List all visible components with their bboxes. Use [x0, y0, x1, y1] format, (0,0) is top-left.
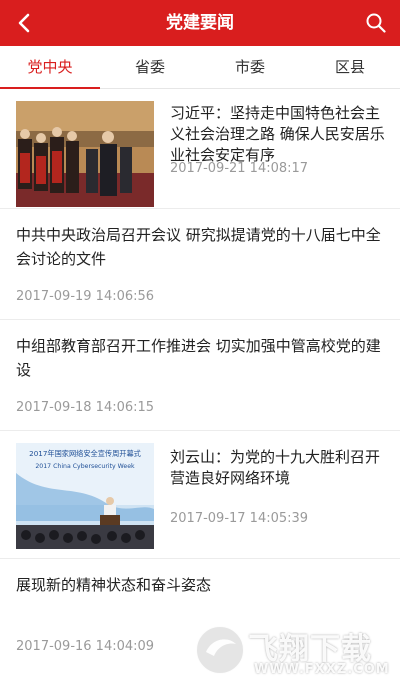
news-list: 习近平：坚持走中国特色社会主义社会治理之路 确保人民安居乐业社会安定有序 201… — [0, 89, 400, 670]
news-item[interactable]: 习近平：坚持走中国特色社会主义社会治理之路 确保人民安居乐业社会安定有序 201… — [0, 89, 400, 209]
news-time: 2017-09-21 14:08:17 — [170, 161, 309, 176]
news-item[interactable]: 中组部教育部召开工作推进会 切实加强中管高校党的建设 2017-09-18 14… — [0, 320, 400, 431]
watermark-url: WWW.FXXZ.COM — [254, 662, 390, 677]
news-title: 中组部教育部召开工作推进会 切实加强中管高校党的建设 — [16, 337, 381, 379]
tab-provincial[interactable]: 省委 — [100, 46, 200, 88]
svg-text:2017 China Cybersecurity Week: 2017 China Cybersecurity Week — [35, 463, 135, 470]
news-item[interactable]: 中共中央政治局召开会议 研究拟提请党的十八届七中全会讨论的文件 2017-09-… — [0, 209, 400, 320]
chevron-left-icon — [18, 13, 30, 33]
watermark: 飞翔下载 WWW.FXXZ.COM — [192, 620, 397, 682]
news-title: 中共中央政治局召开会议 研究拟提请党的十八届七中全会讨论的文件 — [16, 226, 381, 268]
news-thumbnail: 2017年国家网络安全宣传周开幕式 2017 China Cybersecuri… — [16, 443, 154, 549]
news-title: 展现新的精神状态和奋斗姿态 — [16, 576, 212, 594]
search-button[interactable] — [362, 9, 390, 37]
news-title: 习近平：坚持走中国特色社会主义社会治理之路 确保人民安居乐业社会安定有序 — [170, 104, 385, 164]
svg-text:2017年国家网络安全宣传周开幕式: 2017年国家网络安全宣传周开幕式 — [29, 449, 141, 458]
search-icon — [366, 13, 386, 33]
tab-district[interactable]: 区县 — [300, 46, 400, 88]
news-time: 2017-09-19 14:06:56 — [16, 289, 155, 304]
watermark-logo-icon — [195, 625, 245, 675]
news-title: 刘云山：为党的十九大胜利召开营造良好网络环境 — [170, 448, 381, 487]
tab-municipal[interactable]: 市委 — [200, 46, 300, 88]
category-tabs: 党中央 省委 市委 区县 — [0, 46, 400, 89]
news-time: 2017-09-17 14:05:39 — [170, 511, 309, 526]
news-time: 2017-09-18 14:06:15 — [16, 400, 155, 415]
page-title: 党建要闻 — [166, 13, 234, 33]
back-button[interactable] — [10, 9, 38, 37]
news-thumbnail — [16, 101, 154, 207]
news-time: 2017-09-16 14:04:09 — [16, 639, 155, 654]
tab-party-central[interactable]: 党中央 — [0, 46, 100, 89]
top-bar: 党建要闻 — [0, 0, 400, 46]
news-item[interactable]: 2017年国家网络安全宣传周开幕式 2017 China Cybersecuri… — [0, 431, 400, 559]
